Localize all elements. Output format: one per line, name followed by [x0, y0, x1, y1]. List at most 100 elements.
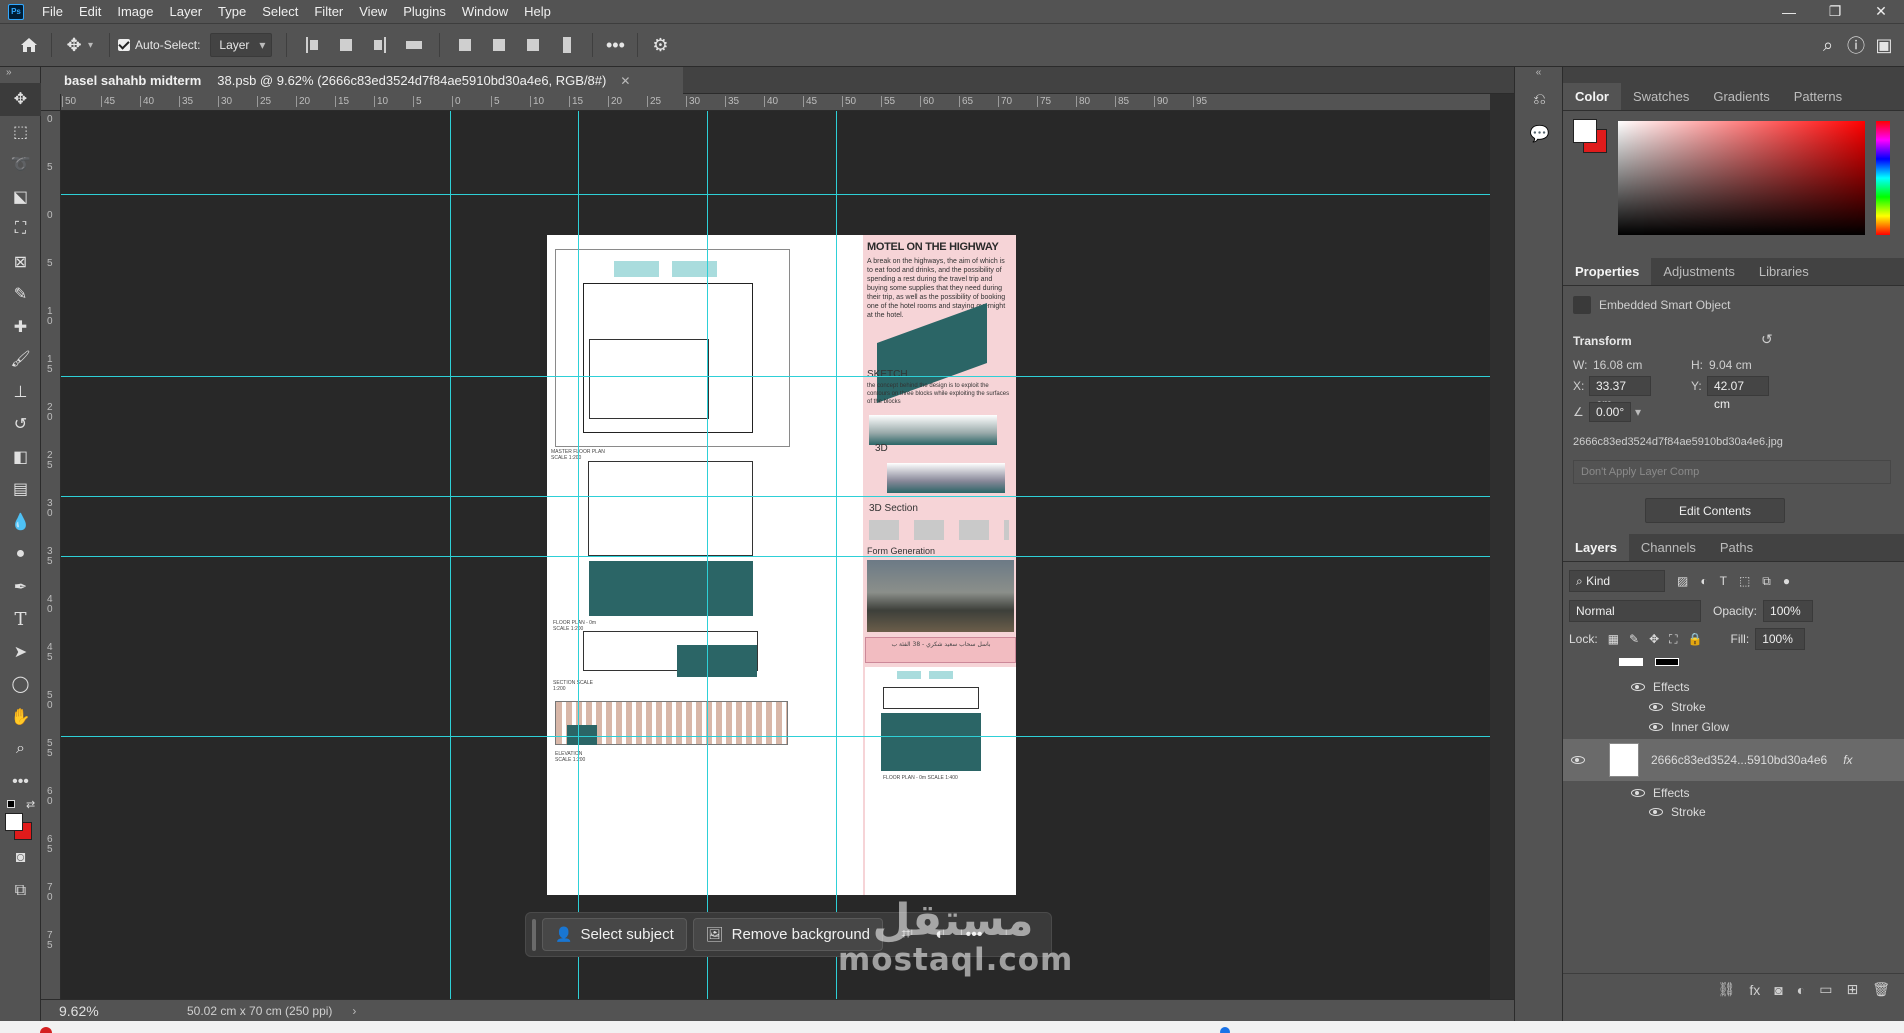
filter-toggle-icon[interactable]: ●	[1783, 574, 1790, 588]
align-horizontal-center-icon[interactable]	[335, 34, 357, 56]
tab-layers[interactable]: Layers	[1563, 534, 1629, 561]
guide-horizontal[interactable]	[61, 736, 1490, 737]
tab-swatches[interactable]: Swatches	[1621, 83, 1701, 110]
select-subject-button[interactable]: 👤 Select subject	[542, 918, 687, 951]
search-icon[interactable]: ⌕	[1814, 31, 1842, 59]
comments-icon[interactable]: 💬	[1515, 117, 1564, 151]
distribute-horizontal-icon[interactable]	[556, 34, 578, 56]
guide-horizontal[interactable]	[61, 496, 1490, 497]
eye-icon[interactable]	[1649, 808, 1663, 816]
effects-row[interactable]: Effects	[1563, 783, 1904, 803]
quick-mask-icon[interactable]: ◙	[0, 842, 41, 875]
menu-image[interactable]: Image	[109, 0, 161, 23]
angle-field[interactable]: 0.00°	[1589, 402, 1631, 422]
new-adjustment-icon[interactable]: ◐	[1797, 982, 1805, 998]
reset-transform-icon[interactable]: ↺	[1761, 331, 1773, 348]
horizontal-ruler[interactable]: 50 45 40 35 30 25 20 15 10 5 0 5 10 15 20 25 30 35 40 45 50 5…	[61, 94, 1490, 111]
menu-plugins[interactable]: Plugins	[395, 0, 454, 23]
menu-layer[interactable]: Layer	[162, 0, 211, 23]
chevron-down-icon[interactable]: ▾	[1635, 405, 1641, 419]
align-left-icon[interactable]	[301, 34, 323, 56]
taskbar-icon[interactable]	[1220, 1027, 1230, 1033]
layer-name[interactable]: 2666c83ed3524...5910bd30a4e6	[1651, 753, 1827, 767]
eye-icon[interactable]	[1649, 723, 1663, 731]
tab-gradients[interactable]: Gradients	[1701, 83, 1781, 110]
auto-select-target-dropdown[interactable]: Layer	[210, 33, 273, 57]
lasso-tool-icon[interactable]: ➰	[0, 148, 41, 181]
y-field[interactable]: 42.07 cm	[1707, 376, 1769, 411]
gradient-tool-icon[interactable]: ▤	[0, 473, 41, 506]
filter-adjustment-icon[interactable]: ◐	[1700, 574, 1707, 588]
x-field[interactable]: 33.37 cm	[1589, 376, 1651, 411]
eraser-tool-icon[interactable]: ◧	[0, 441, 41, 474]
tab-adjustments[interactable]: Adjustments	[1651, 258, 1747, 285]
restore-icon[interactable]: ❐	[1812, 0, 1858, 23]
guide-horizontal[interactable]	[61, 376, 1490, 377]
menu-file[interactable]: File	[34, 0, 71, 23]
foreground-color-swatch[interactable]	[5, 813, 23, 831]
menu-help[interactable]: Help	[516, 0, 559, 23]
align-vertical-center-icon[interactable]	[488, 34, 510, 56]
collapse-icon[interactable]: »	[0, 67, 40, 83]
document-tab[interactable]: basel sahahb midterm 38.psb @ 9.62% (266…	[41, 67, 683, 94]
workspace-icon[interactable]: ▣	[1870, 31, 1898, 59]
zoom-tool-icon[interactable]: ⌕	[0, 733, 41, 766]
align-bottom-icon[interactable]	[522, 34, 544, 56]
eye-icon[interactable]	[1631, 683, 1645, 691]
gear-icon[interactable]: ⚙	[646, 31, 674, 59]
new-group-icon[interactable]: ▭	[1819, 981, 1832, 998]
menu-filter[interactable]: Filter	[306, 0, 351, 23]
object-selection-tool-icon[interactable]: ⬕	[0, 181, 41, 214]
help-icon[interactable]: ⓘ	[1842, 31, 1870, 59]
menu-select[interactable]: Select	[254, 0, 306, 23]
add-style-icon[interactable]: fx	[1749, 982, 1760, 998]
align-top-icon[interactable]	[454, 34, 476, 56]
guide-vertical[interactable]	[450, 111, 451, 999]
close-window-icon[interactable]: ✕	[1858, 0, 1904, 23]
align-right-icon[interactable]	[369, 34, 391, 56]
marquee-tool-icon[interactable]: ⬚	[0, 116, 41, 149]
guide-vertical[interactable]	[836, 111, 837, 999]
healing-brush-tool-icon[interactable]: ✚	[0, 311, 41, 344]
guide-horizontal[interactable]	[61, 194, 1490, 195]
effects-row[interactable]: Effects	[1563, 677, 1904, 697]
clone-stamp-tool-icon[interactable]: ⊥	[0, 376, 41, 409]
auto-select-checkbox[interactable]	[118, 39, 131, 51]
chevron-down-icon[interactable]: ▾	[88, 40, 93, 51]
menu-view[interactable]: View	[351, 0, 395, 23]
effect-stroke-row[interactable]: Stroke	[1563, 802, 1904, 822]
filter-type-icon[interactable]: T	[1720, 574, 1727, 588]
collapse-icon[interactable]: «	[1515, 67, 1562, 83]
frame-tool-icon[interactable]: ⊠	[0, 246, 41, 279]
menu-window[interactable]: Window	[454, 0, 516, 23]
move-tool-icon[interactable]: ✥	[0, 83, 41, 116]
link-layers-icon[interactable]: ⛓	[1718, 981, 1736, 998]
hand-tool-icon[interactable]: ✋	[0, 701, 41, 734]
home-icon[interactable]	[15, 31, 43, 59]
layer-row-selected[interactable]: 2666c83ed3524...5910bd30a4e6 fx	[1563, 739, 1904, 781]
filter-pixel-icon[interactable]: ▨	[1677, 574, 1688, 588]
blend-mode-dropdown[interactable]: Normal	[1569, 600, 1701, 622]
delete-layer-icon[interactable]: 🗑	[1872, 981, 1890, 998]
fx-badge[interactable]: fx	[1843, 753, 1852, 767]
eye-icon[interactable]	[1571, 756, 1585, 764]
close-tab-icon[interactable]: ✕	[620, 74, 630, 88]
canvas-area[interactable]: MASTER FLOOR PLAN SCALE 1:200 FLOOR PLAN…	[61, 111, 1490, 999]
tab-properties[interactable]: Properties	[1563, 258, 1652, 285]
crop-tool-icon[interactable]: ⛶	[0, 213, 41, 246]
filter-smart-object-icon[interactable]: ⧉	[1762, 574, 1771, 589]
guide-vertical[interactable]	[578, 111, 579, 999]
eye-icon[interactable]	[1631, 789, 1645, 797]
default-colors-icon[interactable]	[7, 800, 15, 808]
height-value[interactable]: 9.04 cm	[1709, 358, 1752, 372]
zoom-level[interactable]: 9.62%	[41, 1003, 109, 1019]
menu-edit[interactable]: Edit	[71, 0, 109, 23]
add-mask-icon[interactable]: ◙	[1774, 982, 1782, 998]
history-brush-tool-icon[interactable]: ↺	[0, 408, 41, 441]
history-icon[interactable]: ⎌	[1515, 83, 1564, 117]
tab-paths[interactable]: Paths	[1708, 534, 1765, 561]
distribute-vertical-icon[interactable]	[403, 34, 425, 56]
lock-all-icon[interactable]: 🔒	[1688, 632, 1703, 646]
width-value[interactable]: 16.08 cm	[1593, 358, 1642, 372]
opacity-field[interactable]: 100%	[1763, 600, 1814, 622]
